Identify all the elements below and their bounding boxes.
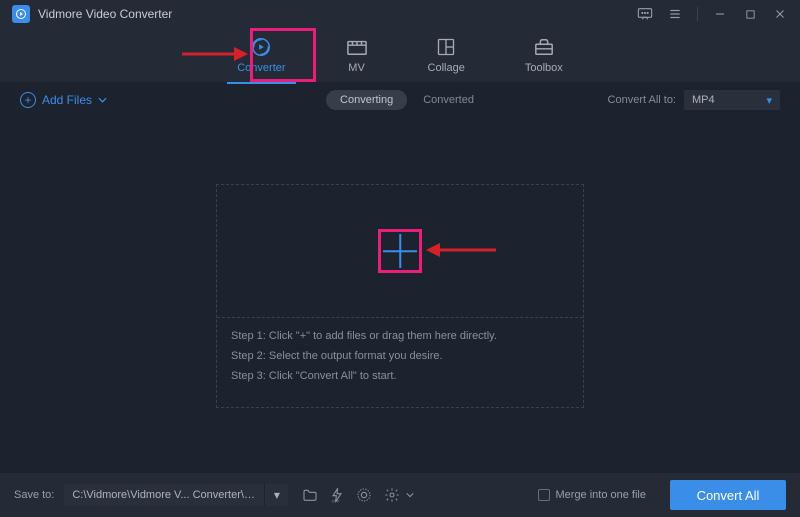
tab-toolbox[interactable]: Toolbox <box>519 32 569 78</box>
close-icon[interactable] <box>772 6 788 22</box>
chevron-down-icon: ▾ <box>766 94 772 107</box>
step-1: Step 1: Click "+" to add files or drag t… <box>231 330 569 342</box>
tab-label: Toolbox <box>525 62 563 74</box>
maximize-icon[interactable] <box>742 6 758 22</box>
divider <box>697 7 698 21</box>
drop-zone[interactable]: Step 1: Click "+" to add files or drag t… <box>216 184 584 408</box>
step-2: Step 2: Select the output format you des… <box>231 350 569 362</box>
add-plus-button[interactable] <box>383 234 417 268</box>
save-path-dropdown[interactable]: ▾ <box>264 484 288 506</box>
tab-label: MV <box>348 62 365 74</box>
converter-icon <box>250 36 272 58</box>
open-folder-icon[interactable] <box>302 488 318 502</box>
title-bar: Vidmore Video Converter <box>0 0 800 28</box>
merge-label: Merge into one file <box>556 489 647 501</box>
app-title: Vidmore Video Converter <box>38 7 637 21</box>
toolbox-icon <box>533 36 555 58</box>
chevron-down-icon <box>98 97 107 103</box>
save-path-value[interactable]: C:\Vidmore\Vidmore V... Converter\Conver… <box>64 489 264 501</box>
instruction-steps: Step 1: Click "+" to add files or drag t… <box>217 318 583 394</box>
content-area: Step 1: Click "+" to add files or drag t… <box>0 118 800 473</box>
mv-icon <box>346 36 368 58</box>
save-to-label: Save to: <box>14 489 54 501</box>
menu-icon[interactable] <box>667 6 683 22</box>
tab-mv[interactable]: MV <box>340 32 374 78</box>
tab-converted[interactable]: Converted <box>423 94 474 106</box>
add-files-label: Add Files <box>42 93 92 107</box>
merge-checkbox[interactable]: Merge into one file <box>538 489 647 501</box>
bottom-bar: Save to: C:\Vidmore\Vidmore V... Convert… <box>0 473 800 517</box>
sub-toolbar: + Add Files Converting Converted Convert… <box>0 82 800 118</box>
collage-icon <box>436 36 456 58</box>
settings-icon[interactable] <box>384 487 400 503</box>
format-value: MP4 <box>692 94 715 106</box>
convert-all-button[interactable]: Convert All <box>670 480 786 510</box>
app-logo <box>12 5 30 23</box>
tab-collage[interactable]: Collage <box>422 32 471 78</box>
plus-circle-icon: + <box>20 92 36 108</box>
save-path-control: C:\Vidmore\Vidmore V... Converter\Conver… <box>64 484 288 506</box>
step-3: Step 3: Click "Convert All" to start. <box>231 370 569 382</box>
minimize-icon[interactable] <box>712 6 728 22</box>
feedback-icon[interactable] <box>637 6 653 22</box>
tab-label: Converter <box>237 62 285 74</box>
tab-label: Collage <box>428 62 465 74</box>
convert-all-label: Convert All to: <box>608 94 676 106</box>
svg-text:OFF: OFF <box>332 498 341 503</box>
checkbox-icon <box>538 489 550 501</box>
high-speed-icon[interactable] <box>356 487 372 503</box>
add-files-button[interactable]: + Add Files <box>20 92 107 108</box>
tab-converter[interactable]: Converter <box>231 32 291 78</box>
chevron-down-icon[interactable] <box>406 492 414 498</box>
main-nav: Converter MV Collage Toolbox <box>0 28 800 82</box>
output-format-select[interactable]: MP4 ▾ <box>684 90 780 110</box>
tab-converting[interactable]: Converting <box>326 90 407 110</box>
hardware-accel-icon[interactable]: OFF <box>330 487 344 503</box>
